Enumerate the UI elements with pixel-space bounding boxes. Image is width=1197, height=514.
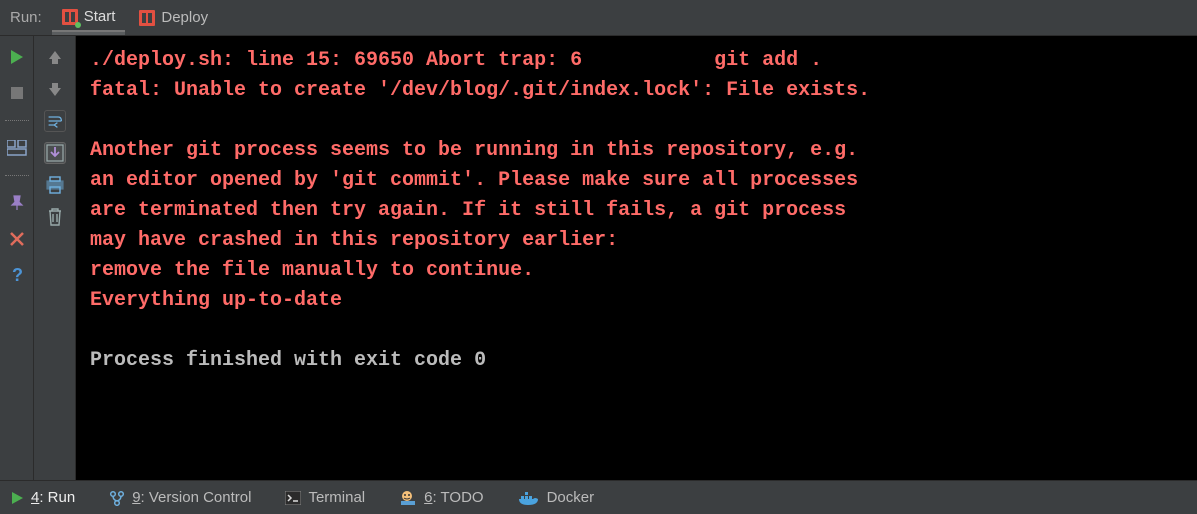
print-icon[interactable] [44,174,66,196]
run-config-icon [139,10,155,26]
arrow-up-icon[interactable] [44,46,66,68]
run-label: Run: [8,9,48,26]
tool-window-label: Terminal [308,489,365,506]
console-error-text: ./deploy.sh: line 15: 69650 Abort trap: … [90,49,870,312]
tool-window-terminal[interactable]: Terminal [285,489,365,506]
tool-window-run[interactable]: 4: Run [10,489,75,506]
stop-icon[interactable] [6,82,28,104]
soft-wrap-icon[interactable] [44,110,66,132]
separator [5,175,29,176]
arrow-down-icon[interactable] [44,78,66,100]
tool-windows-bar: 4: Run 9: Version Control Terminal 6: TO… [0,480,1197,514]
tab-label: Deploy [161,9,208,26]
svg-text:?: ? [12,265,23,285]
tool-window-version-control[interactable]: 9: Version Control [109,489,251,506]
run-config-icon [62,9,78,25]
tab-label: Start [84,8,116,25]
tool-window-label: 4: Run [31,489,75,506]
run-panel-body: ? ./deploy.sh: line 15: 69650 Abort trap… [0,36,1197,480]
close-icon[interactable] [6,228,28,250]
run-tab-strip: Run: Start Deploy [0,0,1197,36]
tool-window-docker[interactable]: Docker [518,489,595,506]
trash-icon[interactable] [44,206,66,228]
tool-window-todo[interactable]: 6: TODO [399,489,483,506]
tool-window-label: Docker [547,489,595,506]
play-icon [10,491,24,505]
run-actions-toolbar: ? [0,36,34,480]
todo-icon [399,490,417,506]
console-actions-toolbar [34,36,76,480]
scroll-to-end-icon[interactable] [44,142,66,164]
docker-icon [518,490,540,506]
branch-icon [109,490,125,506]
pin-icon[interactable] [6,192,28,214]
tool-window-label: 9: Version Control [132,489,251,506]
tab-start[interactable]: Start [52,4,126,32]
terminal-icon [285,491,301,505]
rerun-icon[interactable] [6,46,28,68]
layout-icon[interactable] [6,137,28,159]
help-icon[interactable]: ? [6,264,28,286]
console-output[interactable]: ./deploy.sh: line 15: 69650 Abort trap: … [76,36,1197,480]
separator [5,120,29,121]
console-status-text: Process finished with exit code 0 [90,349,486,372]
tab-deploy[interactable]: Deploy [129,4,218,32]
tool-window-label: 6: TODO [424,489,483,506]
